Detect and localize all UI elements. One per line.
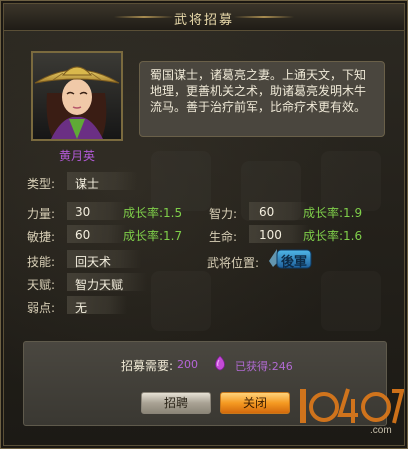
recruit-owned: 已获得:246 bbox=[235, 358, 293, 374]
recruit-required-value: 200 bbox=[177, 358, 198, 371]
recruit-required-label: 招募需要: bbox=[121, 359, 174, 373]
intellect-value-bar bbox=[249, 202, 309, 220]
intellect-growth: 成长率:1.9 bbox=[303, 206, 363, 220]
recruit-dialog: 武将招募 黄月英 蜀国谋士，诸葛亮之妻。上通天文，下知地理，更善机关之术，助诸葛… bbox=[0, 0, 408, 449]
background-pattern bbox=[321, 271, 381, 331]
agility-label: 敏捷: bbox=[27, 230, 56, 244]
agility-growth: 成长率:1.7 bbox=[123, 229, 183, 243]
site-watermark-logo: .com bbox=[296, 377, 405, 437]
life-label: 生命: bbox=[209, 230, 238, 244]
weakness-value: 无 bbox=[75, 301, 88, 315]
talent-value[interactable]: 智力天赋 bbox=[75, 276, 123, 293]
strength-value: 30 bbox=[75, 205, 91, 219]
background-pattern bbox=[151, 271, 211, 331]
intellect-label: 智力: bbox=[209, 207, 238, 221]
strength-label: 力量: bbox=[27, 207, 56, 221]
watermark-suffix: .com bbox=[370, 425, 392, 436]
life-value: 100 bbox=[259, 228, 282, 242]
character-description: 蜀国谋士，诸葛亮之妻。上通天文，下知地理，更善机关之术，助诸葛亮发明木牛流马。善… bbox=[150, 68, 367, 114]
title-bar[interactable]: 武将招募 bbox=[4, 4, 404, 31]
window-title: 武将招募 bbox=[173, 13, 234, 28]
position-label: 武将位置: bbox=[207, 256, 260, 270]
gem-icon bbox=[213, 355, 227, 371]
agility-value: 60 bbox=[75, 228, 91, 242]
life-growth: 成长率:1.6 bbox=[303, 229, 363, 243]
background-pattern bbox=[321, 151, 381, 211]
talent-label: 天赋: bbox=[27, 278, 56, 292]
recruit-button[interactable]: 招聘 bbox=[141, 392, 211, 414]
strength-growth: 成长率:1.5 bbox=[123, 206, 183, 220]
close-button[interactable]: 关闭 bbox=[220, 392, 290, 414]
character-portrait bbox=[31, 51, 123, 141]
character-description-box: 蜀国谋士，诸葛亮之妻。上通天文，下知地理，更善机关之术，助诸葛亮发明木牛流马。善… bbox=[139, 61, 385, 137]
position-value: 後軍 bbox=[281, 255, 308, 270]
recruit-owned-label: 已获得: bbox=[235, 360, 272, 373]
skill-value[interactable]: 回天术 bbox=[75, 253, 111, 270]
type-value: 谋士 bbox=[75, 177, 100, 191]
intellect-value: 60 bbox=[259, 205, 275, 219]
character-name: 黄月英 bbox=[58, 149, 95, 163]
background-pattern bbox=[151, 151, 211, 211]
skill-label: 技能: bbox=[27, 255, 56, 269]
type-label: 类型: bbox=[27, 177, 56, 191]
recruit-owned-value: 246 bbox=[271, 360, 293, 373]
weakness-label: 弱点: bbox=[27, 301, 56, 315]
